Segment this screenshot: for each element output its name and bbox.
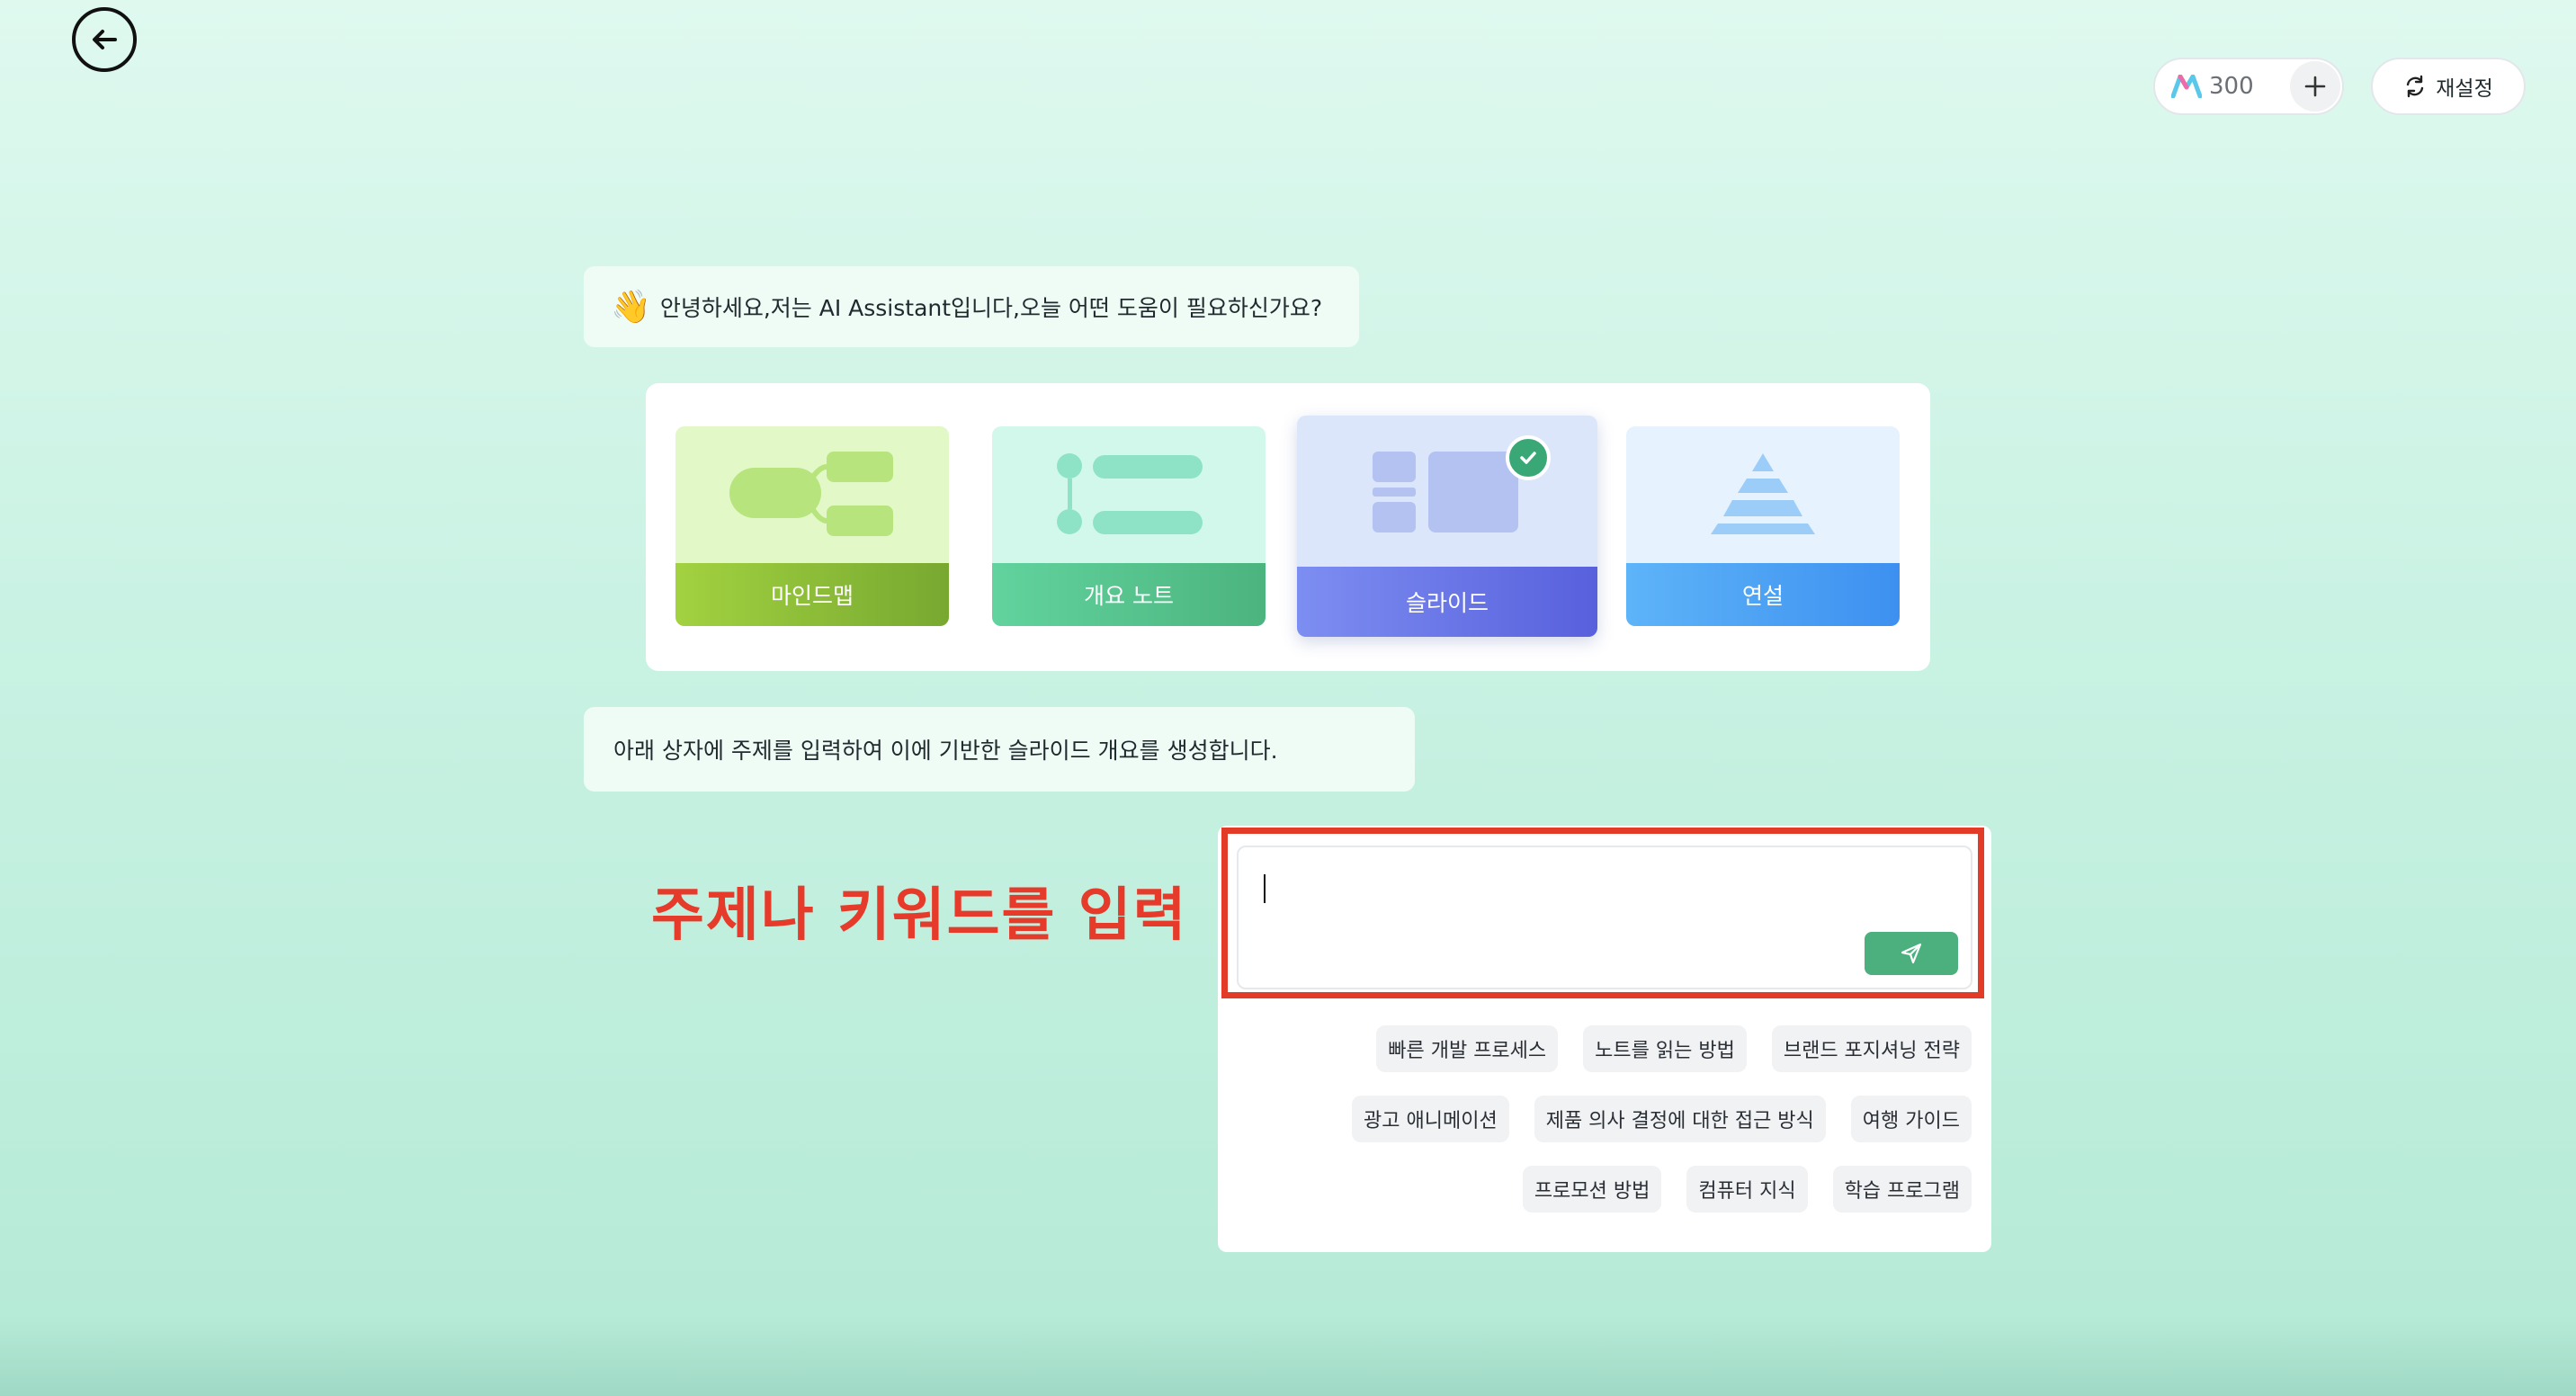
highlight-frame [1221,828,1984,998]
suggestion-chip[interactable]: 브랜드 포지셔닝 전략 [1771,1025,1972,1072]
mode-selection-panel: 마인드맵 개요 노트 슬라이드 연설 [646,383,1930,671]
suggestion-chip[interactable]: 여행 가이드 [1850,1096,1972,1142]
mode-card-mindmap[interactable]: 마인드맵 [675,426,949,626]
greeting-text: 안녕하세요,저는 AI Assistant입니다,오늘 어떤 도움이 필요하신가… [659,295,1323,321]
suggestion-chip[interactable]: 학습 프로그램 [1832,1166,1972,1213]
reset-button[interactable]: 재설정 [2371,58,2526,115]
suggestion-row: 광고 애니메이션 제품 의사 결정에 대한 접근 방식 여행 가이드 [1352,1096,1972,1142]
selected-check-icon [1506,435,1551,480]
suggestion-chips: 빠른 개발 프로세스 노트를 읽는 방법 브랜드 포지셔닝 전략 광고 애니메이… [1241,1025,1972,1213]
input-annotation-label: 주제나 키워드를 입력 [651,882,1188,949]
back-button[interactable] [72,7,137,72]
assistant-hint-bubble: 아래 상자에 주제를 입력하여 이에 기반한 슬라이드 개요를 생성합니다. [584,707,1415,792]
pyramid-icon [1711,453,1815,534]
mode-label-outline-notes: 개요 노트 [992,563,1266,626]
suggestion-chip[interactable]: 컴퓨터 지식 [1686,1166,1808,1213]
outline-list-icon [1057,453,1203,534]
brand-logo-icon [2171,75,2202,98]
bottom-shade [0,1315,2576,1396]
mode-card-slides[interactable]: 슬라이드 [1297,416,1597,637]
mode-label-slides: 슬라이드 [1297,567,1597,637]
hint-text: 아래 상자에 주제를 입력하여 이에 기반한 슬라이드 개요를 생성합니다. [613,738,1278,764]
refresh-icon [2407,75,2424,98]
suggestion-chip[interactable]: 빠른 개발 프로세스 [1376,1025,1559,1072]
mode-card-outline-notes[interactable]: 개요 노트 [992,426,1266,626]
waving-hand-icon: 👋 [611,289,651,326]
suggestion-chip[interactable]: 광고 애니메이션 [1352,1096,1509,1142]
mode-label-speech: 연설 [1626,563,1900,626]
suggestion-chip[interactable]: 제품 의사 결정에 대한 접근 방식 [1534,1096,1826,1142]
slides-layout-icon [1373,452,1518,532]
credits-count: 300 [2209,73,2254,100]
mode-card-speech[interactable]: 연설 [1626,426,1900,626]
mindmap-icon [729,452,893,536]
reset-label: 재설정 [2436,77,2493,101]
add-credits-button[interactable] [2290,61,2340,112]
arrow-left-icon [93,30,117,49]
assistant-greeting-bubble: 👋 안녕하세요,저는 AI Assistant입니다,오늘 어떤 도움이 필요하… [584,266,1359,347]
suggestion-chip[interactable]: 노트를 읽는 방법 [1583,1025,1747,1072]
suggestion-row: 빠른 개발 프로세스 노트를 읽는 방법 브랜드 포지셔닝 전략 [1376,1025,1972,1072]
mode-label-mindmap: 마인드맵 [675,563,949,626]
plus-icon [2304,76,2326,97]
suggestion-chip[interactable]: 프로모션 방법 [1522,1166,1662,1213]
suggestion-row: 프로모션 방법 컴퓨터 지식 학습 프로그램 [1522,1166,1972,1213]
credits-badge: 300 [2153,58,2344,115]
